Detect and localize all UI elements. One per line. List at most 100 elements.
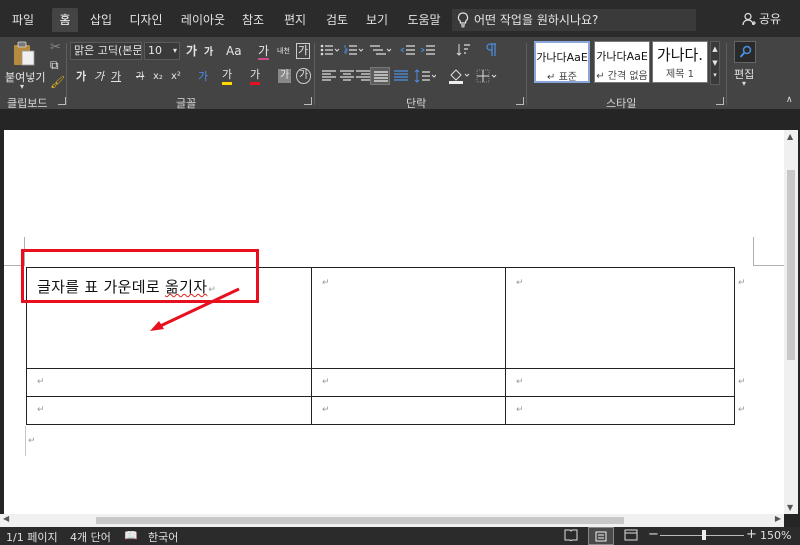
table-cell[interactable]: ↵ <box>26 368 312 397</box>
show-marks-icon[interactable] <box>484 43 498 57</box>
table-cell[interactable]: ↵ <box>311 267 506 369</box>
table-cell[interactable]: ↵ <box>311 368 506 397</box>
shading-icon[interactable] <box>448 68 470 84</box>
text-effects-button[interactable]: 가 <box>198 70 208 84</box>
chevron-up-icon[interactable]: ▲ <box>711 42 719 56</box>
styles-scroll[interactable]: ▲ ▼ ▾ <box>710 41 720 85</box>
paste-label: 붙여넣기 <box>5 71 46 84</box>
clear-format-button[interactable]: 가 <box>258 44 270 60</box>
superscript-button[interactable]: x² <box>171 70 181 84</box>
font-launcher-icon[interactable] <box>304 97 312 105</box>
numbering-icon[interactable] <box>344 44 364 56</box>
zoom-slider-thumb[interactable] <box>702 530 706 540</box>
chevron-down-icon: ▾ <box>172 46 177 55</box>
share-button[interactable]: 공유 <box>742 10 781 27</box>
style-normal[interactable]: 가나다AaE ↵ 표준 <box>534 41 590 83</box>
scroll-right-icon[interactable]: ▶ <box>775 514 781 523</box>
read-mode-icon[interactable] <box>564 529 578 544</box>
enclose-char-button[interactable]: 가 <box>296 68 312 84</box>
align-left-icon[interactable] <box>322 70 336 82</box>
zoom-in-icon[interactable]: + <box>746 527 757 542</box>
styles-gallery: 가나다AaE ↵ 표준 가나다AaE ↵ 간격 없음 가나다. 제목 1 <box>532 41 712 85</box>
zoom-slider[interactable] <box>660 530 744 540</box>
font-size-combo[interactable]: 10 ▾ <box>144 42 180 60</box>
align-right-icon[interactable] <box>356 70 370 82</box>
table-cell[interactable]: ↵ ↵ <box>505 368 746 397</box>
tab-home[interactable]: 홈 <box>52 8 78 32</box>
phonetic-guide-button[interactable]: 내천 <box>277 44 290 58</box>
paste-button[interactable]: 붙여넣기 ▾ <box>4 39 46 91</box>
table-cell[interactable]: ↵ <box>311 396 506 425</box>
language[interactable]: 한국어 <box>148 529 178 545</box>
strikethrough-button[interactable]: 가 <box>136 70 144 84</box>
paragraph-launcher-icon[interactable] <box>516 97 524 105</box>
increase-indent-icon[interactable] <box>420 44 436 56</box>
table-cell[interactable]: ↵ ↵ <box>505 267 746 369</box>
borders-icon[interactable] <box>476 69 498 83</box>
tab-layout[interactable]: 레이아웃 <box>176 8 230 32</box>
tab-mailings[interactable]: 편지 <box>278 8 312 32</box>
search-icon <box>739 45 752 58</box>
align-center-icon[interactable] <box>340 70 354 82</box>
copy-icon[interactable]: ⧉ <box>50 58 59 72</box>
web-layout-icon[interactable] <box>624 529 638 544</box>
bold-button[interactable]: 가 <box>76 70 86 84</box>
expand-icon[interactable]: ▾ <box>711 70 719 80</box>
tab-file[interactable]: 파일 <box>4 8 42 32</box>
scroll-thumb[interactable] <box>787 170 795 360</box>
chevron-down-icon[interactable]: ▼ <box>711 56 719 70</box>
underline-button[interactable]: 가 <box>111 70 121 84</box>
editing-button[interactable]: 편집 ▾ <box>732 39 760 91</box>
zoom-level[interactable]: 150% <box>760 529 791 542</box>
subscript-button[interactable]: x₂ <box>153 70 163 84</box>
table-cell[interactable]: ↵ <box>26 396 312 425</box>
table-cell[interactable]: ↵ ↵ <box>505 396 746 425</box>
clipboard-launcher-icon[interactable] <box>58 97 66 105</box>
style-heading-1[interactable]: 가나다. 제목 1 <box>652 41 708 83</box>
tell-me-search[interactable]: 어떤 작업을 원하시나요? <box>452 9 696 31</box>
scroll-left-icon[interactable]: ◀ <box>3 514 9 523</box>
collapse-ribbon-icon[interactable]: ∧ <box>786 95 793 105</box>
print-layout-icon[interactable] <box>588 527 614 545</box>
row-end-mark: ↵ <box>738 405 746 415</box>
scroll-thumb[interactable] <box>96 517 624 524</box>
bullets-icon[interactable] <box>320 44 340 56</box>
document-page[interactable]: 글자를 표 가운데로 옮기자↵ ↵ ↵ ↵ ↵ ↵ ↵ ↵ ↵ ↵ ↵ ↵ ↵ <box>4 130 784 514</box>
char-border-button[interactable]: 가 <box>296 43 311 59</box>
lightbulb-icon <box>457 12 469 28</box>
word-count[interactable]: 4개 단어 <box>70 529 111 545</box>
tab-view[interactable]: 보기 <box>360 8 394 32</box>
cut-icon[interactable]: ✂ <box>50 41 61 55</box>
tab-review[interactable]: 검토 <box>320 8 354 32</box>
horizontal-scrollbar[interactable]: ◀ ▶ <box>0 514 784 527</box>
tab-references[interactable]: 참조 <box>236 8 270 32</box>
divider <box>526 43 527 105</box>
vertical-scrollbar[interactable]: ▲ ▼ <box>784 130 798 514</box>
format-painter-icon[interactable]: 🖌 <box>50 75 65 89</box>
justify-button[interactable] <box>370 67 390 85</box>
change-case-button[interactable]: Aa <box>226 44 242 58</box>
sort-icon[interactable] <box>456 43 472 57</box>
proofing-icon[interactable]: 📖 <box>124 529 138 542</box>
distributed-icon[interactable] <box>394 70 408 82</box>
zoom-out-icon[interactable]: − <box>648 527 659 542</box>
multilevel-list-icon[interactable] <box>368 44 392 56</box>
styles-launcher-icon[interactable] <box>716 97 724 105</box>
decrease-indent-icon[interactable] <box>400 44 416 56</box>
paragraph-mark: ↵ <box>322 278 330 288</box>
style-no-spacing[interactable]: 가나다AaE ↵ 간격 없음 <box>594 41 650 83</box>
scroll-down-icon[interactable]: ▼ <box>787 503 793 512</box>
italic-button[interactable]: 가 <box>94 70 104 84</box>
tab-design[interactable]: 디자인 <box>124 8 168 32</box>
line-spacing-icon[interactable] <box>414 69 436 83</box>
highlight-color-button[interactable]: 가 <box>222 68 233 85</box>
shrink-font-button[interactable]: 가 <box>204 46 213 60</box>
tab-help[interactable]: 도움말 <box>402 8 446 32</box>
tab-insert[interactable]: 삽입 <box>84 8 118 32</box>
grow-font-button[interactable]: 가 <box>186 44 197 58</box>
char-shading-button[interactable]: 가 <box>278 69 292 83</box>
font-color-button[interactable]: 가 <box>250 68 261 85</box>
font-name-combo[interactable]: 맑은 고딕(본문 <box>70 42 142 60</box>
page-count[interactable]: 1/1 페이지 <box>6 529 58 545</box>
scroll-up-icon[interactable]: ▲ <box>787 132 793 141</box>
